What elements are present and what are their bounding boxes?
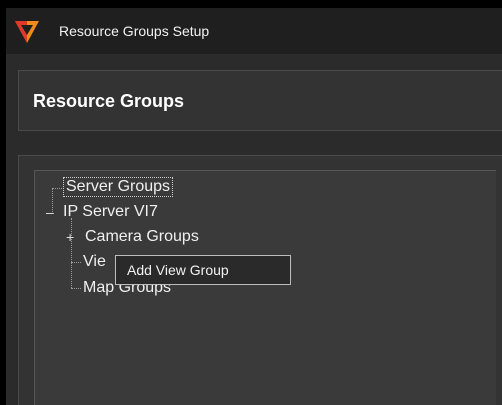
app-logo-icon <box>14 19 40 45</box>
tree-connector <box>52 188 64 189</box>
header-panel: Resource Groups <box>18 70 502 131</box>
tree-node-view-groups[interactable]: Vie <box>83 253 106 271</box>
tree-node-ip-server[interactable]: IP Server VI7 <box>63 203 158 221</box>
collapse-toggle[interactable]: – <box>46 205 54 219</box>
context-menu: Add View Group <box>115 255 291 285</box>
tree-node-camera-groups[interactable]: Camera Groups <box>85 228 199 246</box>
tree-connector <box>71 288 81 289</box>
menu-item-add-view-group[interactable]: Add View Group <box>127 262 229 278</box>
title-bar[interactable]: Resource Groups Setup <box>6 8 502 54</box>
expand-toggle[interactable]: + <box>66 230 74 244</box>
window-title: Resource Groups Setup <box>59 23 210 39</box>
page-title: Resource Groups <box>33 91 185 111</box>
tree-node-server-groups[interactable]: Server Groups <box>62 177 174 197</box>
tree-connector <box>71 262 81 263</box>
